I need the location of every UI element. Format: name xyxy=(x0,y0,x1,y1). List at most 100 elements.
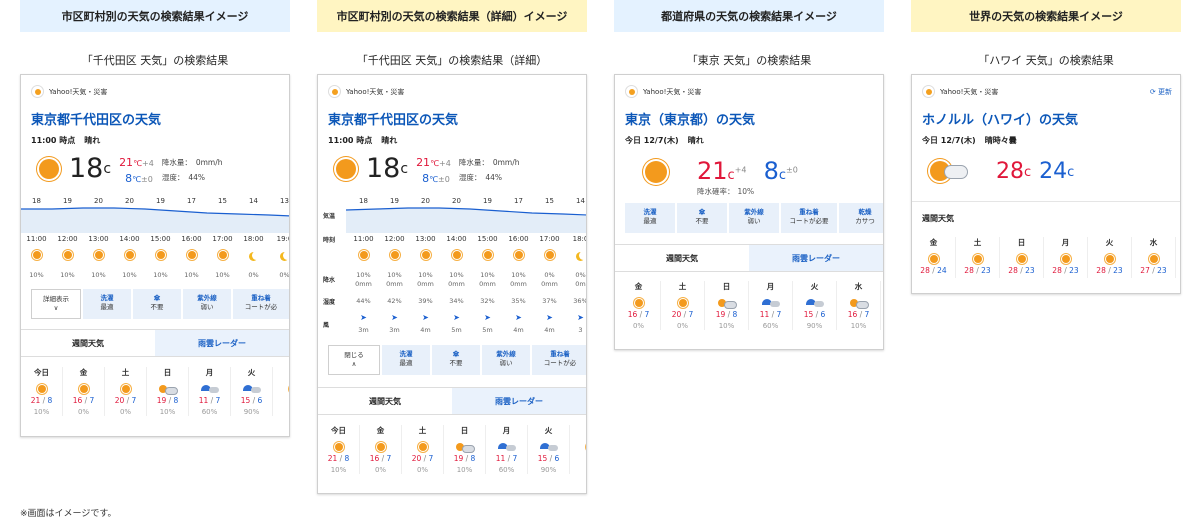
week-day[interactable]: 今日 21 / 8 10% xyxy=(318,425,360,474)
tab-radar[interactable]: 雨雲レーダー xyxy=(452,388,586,414)
week-temps: 16 / 7 xyxy=(627,310,650,319)
week-day[interactable]: 日 28 / 23 xyxy=(1000,237,1044,278)
week-icon-cell xyxy=(318,440,359,454)
card-title[interactable]: 東京（東京都）の天気 xyxy=(625,109,755,128)
week-day[interactable]: 土 20 / 7 0% xyxy=(661,281,705,330)
index-item[interactable]: 紫外線 弱い xyxy=(482,345,530,375)
week-day-label: 月 xyxy=(1061,238,1070,247)
card-title[interactable]: ホノルル（ハワイ）の天気 xyxy=(922,109,1078,128)
index-item[interactable]: 洗濯 最適 xyxy=(83,289,131,319)
sun-icon xyxy=(290,385,291,393)
week-temps: 16 / 7 xyxy=(72,396,95,405)
week-pop: 60% xyxy=(762,322,779,330)
week-pop: 60% xyxy=(498,466,515,474)
wind-speed: 4m xyxy=(513,326,524,334)
min-temp: 24 xyxy=(1039,159,1068,184)
index-item[interactable]: 傘不要 xyxy=(432,345,480,375)
index-value: ∨ xyxy=(53,304,59,313)
brand[interactable]: Yahoo!天気・災害 ⟳ 更新 xyxy=(922,85,1172,98)
index-item[interactable]: 詳細表示 ∨ xyxy=(31,289,81,319)
hour-pop: 0% xyxy=(544,271,555,279)
index-item[interactable]: 重ね着 コートが必 xyxy=(233,289,289,319)
week-day[interactable]: 火 15 / 6 90% xyxy=(231,367,273,416)
moon-icon xyxy=(579,251,586,260)
week-day[interactable]: 水1 xyxy=(273,367,291,416)
index-item[interactable]: 傘不要 xyxy=(677,203,727,233)
week-pop: 60% xyxy=(201,408,218,416)
tab-radar[interactable]: 雨雲レーダー xyxy=(155,330,289,356)
week-low: 24 xyxy=(937,266,947,275)
week-low: 6 xyxy=(820,310,826,319)
index-item[interactable]: 紫外線 弱い xyxy=(729,203,779,233)
brand[interactable]: Yahoo!天気・災害 xyxy=(625,85,875,98)
brand[interactable]: Yahoo!天気・災害 xyxy=(328,85,578,98)
tab-weekly[interactable]: 週間天気 xyxy=(21,330,155,356)
week-low: 8 xyxy=(732,310,738,319)
week-day[interactable]: 水 xyxy=(570,425,586,474)
card-title[interactable]: 東京都千代田区の天気 xyxy=(328,109,458,128)
hour-mm: 0mm xyxy=(510,280,527,288)
week-day[interactable]: 土 28 / 23 xyxy=(956,237,1000,278)
card-title[interactable]: 東京都千代田区の天気 xyxy=(31,109,161,128)
week-day[interactable]: 火 15 / 6 90% xyxy=(793,281,837,330)
week-day[interactable]: 水 27 / 23 xyxy=(1132,237,1176,278)
week-day[interactable]: 月 11 / 7 60% xyxy=(189,367,231,416)
week-day[interactable]: 金 28 / 24 xyxy=(912,237,956,278)
index-item[interactable]: 重ね着 コートが必 xyxy=(532,345,586,375)
row-label-rain: 降水 xyxy=(323,277,336,284)
hour-label: 11:00 xyxy=(26,235,47,243)
week-day[interactable]: 日 19 / 8 10% xyxy=(444,425,486,474)
index-item[interactable]: 閉じる ∧ xyxy=(328,345,380,375)
index-item[interactable]: 洗濯 最適 xyxy=(382,345,430,375)
week-icon-cell xyxy=(1044,252,1087,266)
tab-weekly[interactable]: 週間天気 xyxy=(318,388,452,414)
week-day[interactable]: 土 20 / 7 0% xyxy=(402,425,444,474)
tab-weekly[interactable]: 週間天気 xyxy=(615,245,749,271)
hour-humidity: 42% xyxy=(387,297,402,305)
week-day[interactable]: 火 28 / 23 xyxy=(1088,237,1132,278)
week-day[interactable]: 月 11 / 7 60% xyxy=(749,281,793,330)
graph-temp: 19 xyxy=(390,197,399,205)
max-min: 21℃+4 8℃±0 xyxy=(119,156,154,185)
tab-bar: 週間天気 雨雲レーダー xyxy=(615,244,883,272)
update-button[interactable]: ⟳ 更新 xyxy=(1150,87,1172,97)
week-high: 11 xyxy=(198,396,209,405)
tab-radar[interactable]: 雨雲レーダー xyxy=(749,245,883,271)
hour-pop: 10% xyxy=(215,271,230,279)
week-day[interactable]: 月 28 / 23 xyxy=(1044,237,1088,278)
forecast-day: 今日 12/7(木) 晴時々曇 xyxy=(922,136,1017,145)
week-day[interactable]: 金 16 / 7 0% xyxy=(360,425,402,474)
today-conditions: 21c+4 8c±0 降水確率： 10% xyxy=(645,157,798,197)
week-day[interactable]: 今日 21 / 8 10% xyxy=(21,367,63,416)
wind-arrow-icon: ➤ xyxy=(453,313,460,322)
column-prefecture-weather: 都道府県の天気の検索結果イメージ 「東京 天気」の検索結果 Yahoo!天気・災… xyxy=(614,0,884,350)
week-day[interactable]: 日 19 / 8 10% xyxy=(147,367,189,416)
week-day[interactable]: 月 11 / 7 60% xyxy=(486,425,528,474)
week-day[interactable]: 火 15 / 6 90% xyxy=(528,425,570,474)
sun-icon xyxy=(334,443,343,451)
week-day[interactable]: 金 16 / 7 0% xyxy=(63,367,105,416)
week-day[interactable]: 金 16 / 7 0% xyxy=(617,281,661,330)
week-day[interactable]: 日 19 / 8 10% xyxy=(705,281,749,330)
index-title: 傘 xyxy=(153,294,161,302)
week-pop: 10% xyxy=(33,408,50,416)
week-icon-cell xyxy=(231,382,272,396)
hour-humidity: 35% xyxy=(511,297,526,305)
week-high: 27 xyxy=(1140,266,1150,275)
week-low: 7 xyxy=(512,454,518,463)
hour-humidity-row: 44% 42% 39% 34% 32% 35% 37% 36% xyxy=(348,297,586,305)
hour-icon-cell xyxy=(207,251,238,263)
week-day[interactable]: 土 20 / 7 0% xyxy=(105,367,147,416)
graph-temp: 14 xyxy=(576,197,585,205)
week-day-label: 水 xyxy=(570,425,586,440)
index-item[interactable]: 重ね着 コートが必要 xyxy=(781,203,837,233)
index-title: 傘 xyxy=(698,208,706,216)
umbrella-cloud-icon xyxy=(805,298,824,308)
index-item[interactable]: 乾燥 カサつ xyxy=(839,203,883,233)
index-item[interactable]: 紫外線 弱い xyxy=(183,289,231,319)
brand[interactable]: Yahoo!天気・災害 xyxy=(31,85,281,98)
index-item[interactable]: 洗濯 最適 xyxy=(625,203,675,233)
index-item[interactable]: 傘不要 xyxy=(133,289,181,319)
index-value: 不要 xyxy=(695,217,709,226)
week-day[interactable]: 水 16 / 7 10% xyxy=(837,281,881,330)
